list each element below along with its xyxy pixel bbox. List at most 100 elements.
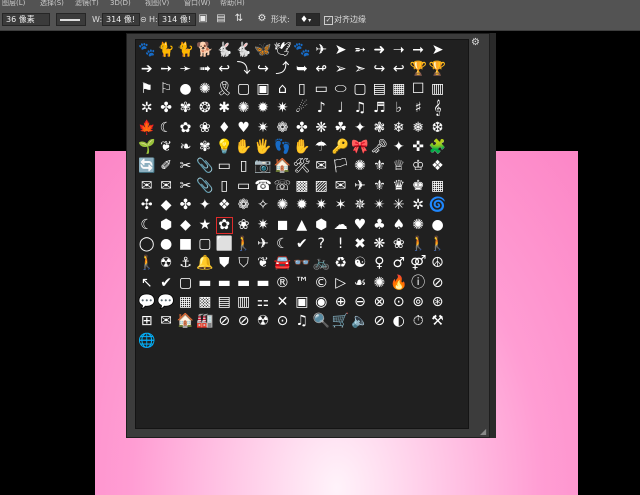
shape-thumbnail[interactable]: ⚏	[253, 293, 272, 312]
shape-thumbnail[interactable]: ▬	[253, 274, 272, 293]
shape-thumbnail[interactable]: ▲	[292, 216, 311, 235]
shape-thumbnail[interactable]: ⊙	[389, 293, 408, 312]
shape-thumbnail[interactable]: ☎	[253, 177, 272, 196]
shape-thumbnail[interactable]: 🦋	[253, 41, 272, 60]
shape-thumbnail[interactable]: ★	[195, 216, 214, 235]
shape-thumbnail[interactable]: ✉	[137, 177, 156, 196]
shape-thumbnail[interactable]: 🚶	[234, 235, 253, 254]
shape-thumbnail[interactable]: ➤	[331, 41, 350, 60]
shape-thumbnail[interactable]: ✹	[253, 99, 272, 118]
shape-thumbnail[interactable]: ⊕	[331, 293, 350, 312]
shape-thumbnail[interactable]: ➣	[350, 60, 369, 79]
shape-thumbnail[interactable]: ✂	[176, 157, 195, 176]
shape-thumbnail[interactable]: 🛠	[292, 157, 311, 176]
shape-thumbnail[interactable]: ⊘	[370, 312, 389, 331]
shape-thumbnail[interactable]: ◐	[389, 312, 408, 331]
shape-thumbnail[interactable]: ✵	[350, 196, 369, 215]
shape-thumbnail[interactable]: ✿	[176, 119, 195, 138]
shape-thumbnail[interactable]: ❀	[389, 235, 408, 254]
shape-thumbnail[interactable]: ♪	[312, 99, 331, 118]
shape-thumbnail[interactable]: ✹	[292, 196, 311, 215]
shape-thumbnail[interactable]: ■	[176, 235, 195, 254]
shape-thumbnail[interactable]: ✔	[292, 235, 311, 254]
shape-thumbnail[interactable]: 🐇	[215, 41, 234, 60]
shape-thumbnail[interactable]: ⚓	[176, 254, 195, 273]
shape-thumbnail[interactable]: ✕	[273, 293, 292, 312]
shape-thumbnail[interactable]: 🧩	[428, 138, 447, 157]
shape-thumbnail[interactable]: ◆	[176, 216, 195, 235]
shape-thumbnail[interactable]: ▭	[234, 177, 253, 196]
shape-thumbnail[interactable]: ✺	[273, 196, 292, 215]
shape-thumbnail[interactable]: 🔄	[137, 157, 156, 176]
shape-thumbnail[interactable]: ✤	[156, 99, 175, 118]
shape-thumbnail[interactable]: ✉	[331, 177, 350, 196]
shape-thumbnail[interactable]: ✜	[408, 138, 427, 157]
shape-thumbnail[interactable]: ➤	[428, 41, 447, 60]
shape-thumbnail[interactable]: ●	[428, 216, 447, 235]
shape-thumbnail[interactable]: 🕊	[273, 41, 292, 60]
shape-thumbnail[interactable]: ✉	[156, 312, 175, 331]
shape-thumbnail[interactable]: 💬	[156, 293, 175, 312]
shape-thumbnail[interactable]: ▦	[389, 80, 408, 99]
shape-thumbnail[interactable]: ✿	[215, 216, 234, 235]
shape-thumbnail[interactable]: ✲	[408, 196, 427, 215]
menu-item[interactable]: 窗口(W)	[184, 0, 210, 7]
shape-thumbnail[interactable]: ▦	[176, 293, 195, 312]
shape-thumbnail[interactable]: 📎	[195, 177, 214, 196]
shape-thumbnail[interactable]: 🚘	[273, 254, 292, 273]
shape-thumbnail[interactable]: ✂	[176, 177, 195, 196]
path-operations-icon[interactable]: ▣	[197, 13, 209, 25]
shape-thumbnail[interactable]: 🗝	[370, 138, 389, 157]
shape-thumbnail[interactable]: ⊙	[273, 312, 292, 331]
shape-thumbnail[interactable]: ▦	[428, 177, 447, 196]
shape-thumbnail[interactable]: ♯	[408, 99, 427, 118]
shape-thumbnail[interactable]: 👓	[292, 254, 311, 273]
shape-thumbnail[interactable]: 🏠	[273, 157, 292, 176]
shape-thumbnail[interactable]: ☢	[253, 312, 272, 331]
shape-thumbnail[interactable]: ❀	[234, 216, 253, 235]
shape-thumbnail[interactable]: ❀	[195, 119, 214, 138]
shape-thumbnail[interactable]: ➜	[370, 41, 389, 60]
shape-thumbnail[interactable]: ☁	[331, 216, 350, 235]
shape-thumbnail[interactable]: ▢	[176, 274, 195, 293]
shape-thumbnail[interactable]: ☄	[292, 99, 311, 118]
shape-thumbnail[interactable]: 🚶	[408, 235, 427, 254]
shape-thumbnail[interactable]: 𝄞	[428, 99, 447, 118]
shape-thumbnail[interactable]: ❁	[234, 196, 253, 215]
shape-thumbnail[interactable]: ✱	[215, 99, 234, 118]
shape-thumbnail[interactable]: ☂	[312, 138, 331, 157]
shape-thumbnail[interactable]: ♫	[292, 312, 311, 331]
height-input[interactable]: 314 像!	[158, 13, 196, 26]
shape-thumbnail[interactable]: 🐇	[234, 41, 253, 60]
shape-thumbnail[interactable]: ➵	[350, 41, 369, 60]
menu-item[interactable]: 选择(S)	[40, 0, 64, 7]
shape-thumbnail[interactable]: ✷	[312, 196, 331, 215]
shape-thumbnail[interactable]: ➞	[408, 41, 427, 60]
width-input[interactable]: 314 像!	[102, 13, 140, 26]
shape-thumbnail[interactable]: ⚒	[428, 312, 447, 331]
shape-thumbnail[interactable]: 💡	[215, 138, 234, 157]
shape-thumbnail[interactable]: ⊘	[428, 274, 447, 293]
shape-thumbnail[interactable]: ☮	[428, 254, 447, 273]
shape-thumbnail[interactable]: 🏆	[408, 60, 427, 79]
shape-thumbnail[interactable]: ▬	[215, 274, 234, 293]
shape-thumbnail[interactable]: ✈	[312, 41, 331, 60]
menu-item[interactable]: 3D(D)	[110, 0, 131, 7]
shape-thumbnail[interactable]: 🏭	[195, 312, 214, 331]
shape-thumbnail[interactable]: ➙	[156, 60, 175, 79]
shape-thumbnail[interactable]: 🏳	[331, 157, 350, 176]
align-edges-checkbox[interactable]: ✓	[324, 16, 333, 25]
shape-thumbnail[interactable]: ▢	[350, 80, 369, 99]
shape-thumbnail[interactable]: ⬢	[156, 216, 175, 235]
shape-thumbnail[interactable]: ?	[312, 235, 331, 254]
shape-thumbnail[interactable]: ◆	[156, 196, 175, 215]
shape-thumbnail[interactable]: 🔑	[331, 138, 350, 157]
shape-thumbnail[interactable]: ✺	[408, 216, 427, 235]
shape-thumbnail[interactable]: ❋	[312, 119, 331, 138]
shape-thumbnail[interactable]: ♩	[331, 99, 350, 118]
shape-thumbnail[interactable]: ✴	[370, 196, 389, 215]
shape-thumbnail[interactable]: ♀	[370, 254, 389, 273]
shape-thumbnail[interactable]: ➢	[331, 60, 350, 79]
shape-thumbnail[interactable]: 🎀	[350, 138, 369, 157]
picker-gear-icon[interactable]: ⚙	[471, 37, 480, 48]
